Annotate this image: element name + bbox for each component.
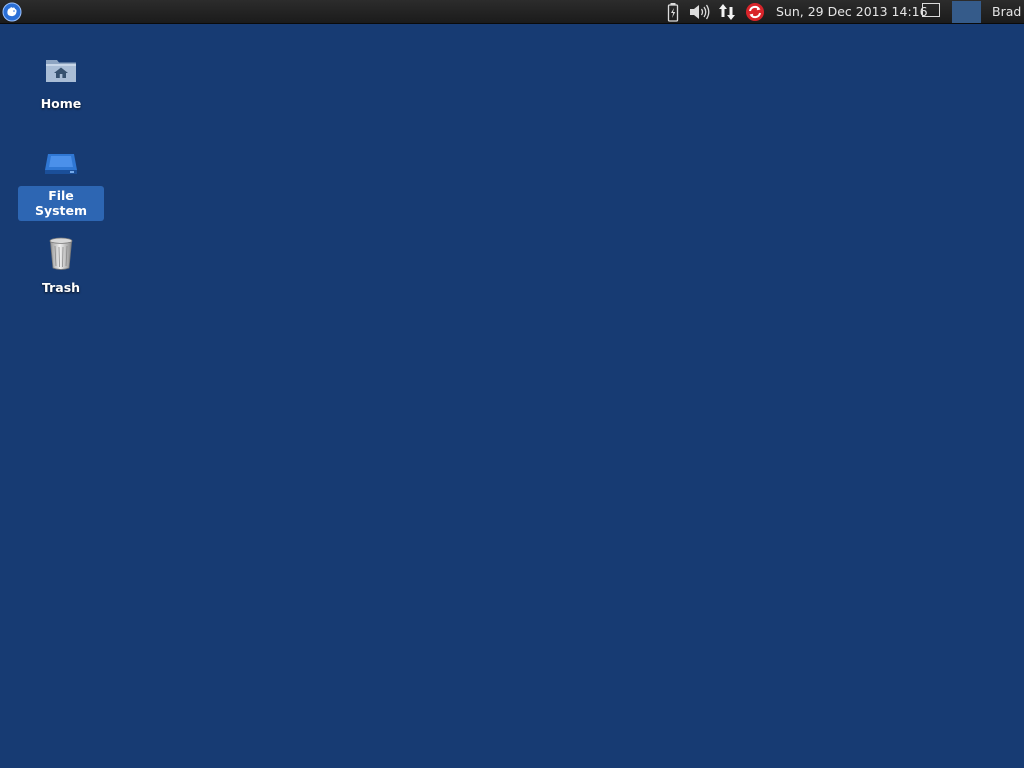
update-notifier-icon[interactable] xyxy=(744,2,766,22)
desktop-icon-file-system[interactable]: File System xyxy=(18,144,104,221)
trash-icon xyxy=(49,237,73,270)
desktop-icon-label: File System xyxy=(18,186,104,221)
hard-drive-icon xyxy=(45,154,77,174)
battery-icon[interactable] xyxy=(665,2,681,22)
desktop-icon-trash[interactable]: Trash xyxy=(18,236,104,298)
panel-clock[interactable]: Sun, 29 Dec 2013 14:16 xyxy=(776,0,928,24)
xfce-menu-icon[interactable] xyxy=(2,2,22,22)
home-folder-icon xyxy=(46,60,76,82)
desktop-icon-label: Trash xyxy=(41,280,81,295)
workspace-switcher[interactable] xyxy=(952,1,981,23)
network-icon[interactable] xyxy=(716,2,738,22)
desktop-icon-label: Home xyxy=(40,96,82,111)
volume-icon[interactable] xyxy=(687,2,711,22)
show-desktop-button[interactable] xyxy=(922,3,940,17)
top-panel: Sun, 29 Dec 2013 14:16 Brad xyxy=(0,0,1024,24)
desktop-icon-home[interactable]: Home xyxy=(18,52,104,114)
user-menu[interactable]: Brad xyxy=(992,0,1021,24)
